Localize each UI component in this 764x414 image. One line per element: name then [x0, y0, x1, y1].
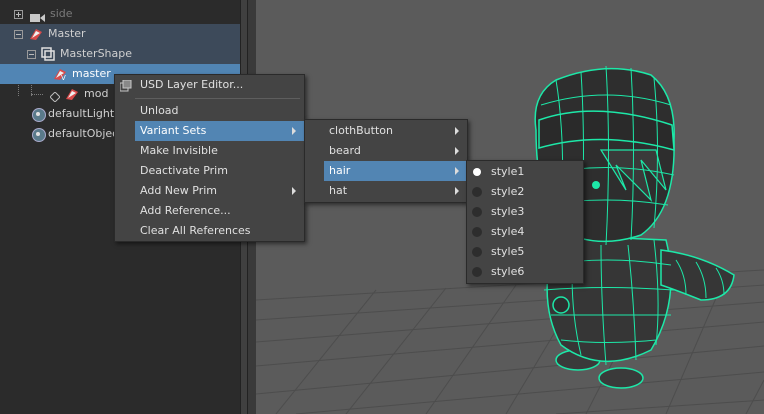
submenu-arrow-icon	[292, 187, 296, 195]
radio-unselected-icon	[472, 207, 482, 217]
menu-item-label: style4	[491, 225, 525, 238]
menu-item-label: Clear All References	[140, 224, 251, 237]
menu-item-label: style1	[491, 165, 525, 178]
outliner-row-label: MasterShape	[60, 47, 133, 60]
menu-item-add-new-prim[interactable]: Add New Prim	[115, 181, 304, 201]
set-icon	[32, 128, 46, 142]
variant-set-beard[interactable]: beard	[305, 141, 467, 161]
menu-item-label: style3	[491, 205, 525, 218]
menu-item-make-invisible[interactable]: Make Invisible	[115, 141, 304, 161]
menu-item-label: Deactivate Prim	[140, 164, 228, 177]
radio-selected-icon	[473, 168, 481, 176]
outliner-row-label: side	[50, 7, 73, 20]
menu-item-label: USD Layer Editor...	[140, 78, 244, 91]
submenu-arrow-icon	[455, 187, 459, 195]
submenu-arrow-icon	[455, 127, 459, 135]
expand-icon[interactable]	[14, 10, 23, 19]
outliner-row-label: mod	[84, 87, 109, 100]
outliner-row-master-xform[interactable]: Master	[0, 24, 240, 44]
radio-unselected-icon	[472, 267, 482, 277]
menu-item-deactivate-prim[interactable]: Deactivate Prim	[115, 161, 304, 181]
collapse-icon[interactable]	[27, 50, 36, 59]
menu-item-label: Add Reference...	[140, 204, 231, 217]
menu-item-label: style2	[491, 185, 525, 198]
menu-separator	[135, 98, 300, 99]
menu-item-label: Add New Prim	[140, 184, 218, 197]
variant-style3[interactable]: style3	[467, 202, 583, 222]
variant-sets-submenu: clothButton beard hair hat	[304, 119, 468, 203]
outliner-row-side[interactable]: side	[0, 4, 240, 24]
collapse-icon[interactable]	[14, 30, 23, 39]
variant-style6[interactable]: style6	[467, 262, 583, 282]
menu-item-label: clothButton	[329, 124, 393, 137]
outliner-row-label: Master	[48, 27, 86, 40]
menu-item-variant-sets[interactable]: Variant Sets	[135, 121, 304, 141]
variant-style5[interactable]: style5	[467, 242, 583, 262]
radio-unselected-icon	[472, 247, 482, 257]
radio-unselected-icon	[472, 227, 482, 237]
submenu-arrow-icon	[292, 127, 296, 135]
menu-item-clear-all-references[interactable]: Clear All References	[115, 221, 304, 241]
svg-text:V: V	[61, 74, 66, 81]
menu-item-label: Make Invisible	[140, 144, 218, 157]
menu-item-label: hat	[329, 184, 348, 197]
submenu-arrow-icon	[455, 147, 459, 155]
menu-item-add-reference[interactable]: Add Reference...	[115, 201, 304, 221]
variant-set-hat[interactable]: hat	[305, 181, 467, 201]
menu-item-usd-layer-editor[interactable]: USD Layer Editor...	[115, 75, 304, 95]
menu-item-unload[interactable]: Unload	[115, 101, 304, 121]
outliner-row-label: master	[72, 67, 111, 80]
menu-item-label: Unload	[140, 104, 179, 117]
menu-item-label: style6	[491, 265, 525, 278]
menu-item-label: Variant Sets	[140, 124, 207, 137]
submenu-arrow-icon	[455, 167, 459, 175]
variant-style1[interactable]: style1	[467, 162, 583, 182]
hair-variants-submenu: style1 style2 style3 style4 style5 style…	[466, 160, 584, 284]
prim-context-menu: USD Layer Editor... Unload Variant Sets …	[114, 74, 305, 242]
menu-item-label: style5	[491, 245, 525, 258]
radio-unselected-icon	[472, 187, 482, 197]
variant-style4[interactable]: style4	[467, 222, 583, 242]
set-icon	[32, 108, 46, 122]
variant-set-hair[interactable]: hair	[324, 161, 467, 181]
variant-set-clothbutton[interactable]: clothButton	[305, 121, 467, 141]
menu-item-label: beard	[329, 144, 361, 157]
variant-style2[interactable]: style2	[467, 182, 583, 202]
menu-item-label: hair	[329, 164, 351, 177]
outliner-row-mastershape[interactable]: MasterShape	[0, 44, 240, 64]
